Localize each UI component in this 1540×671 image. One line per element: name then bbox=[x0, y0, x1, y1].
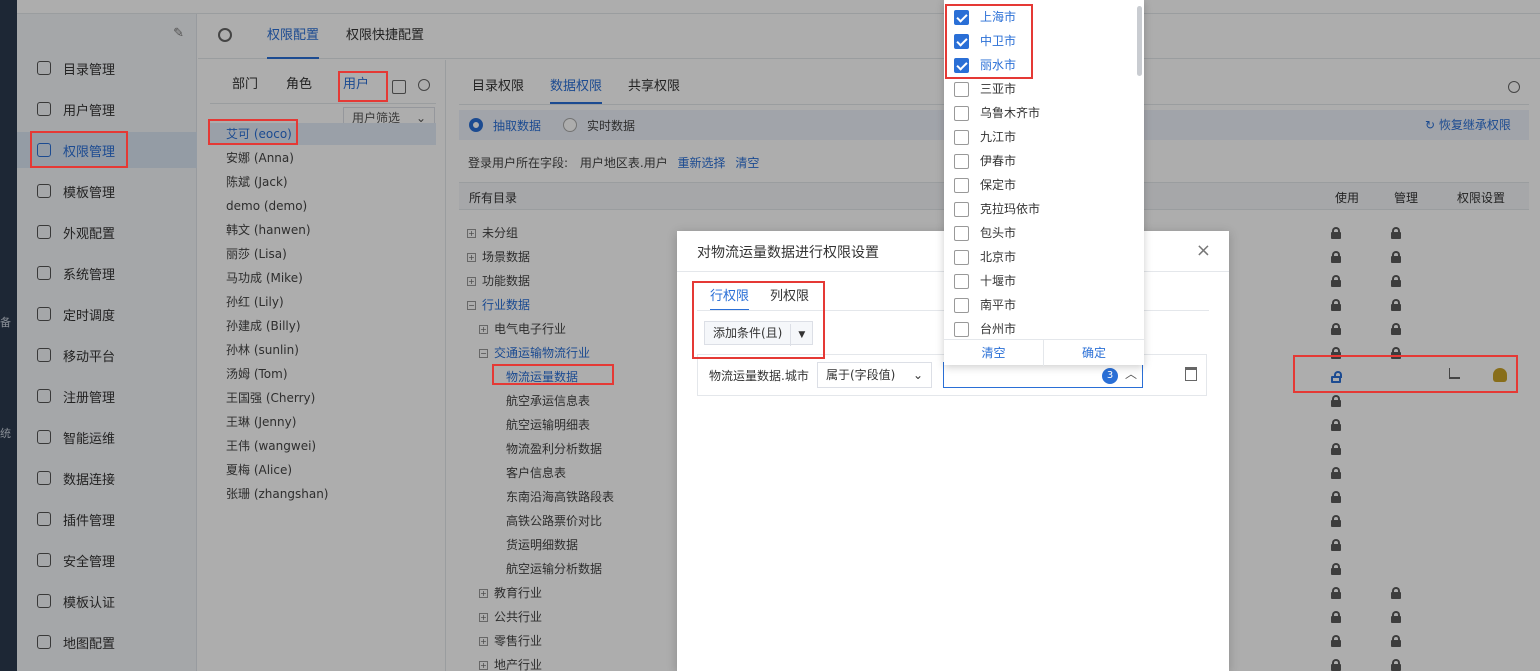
clear-button[interactable]: 清空 bbox=[944, 340, 1044, 366]
city-option-label: 伊春市 bbox=[980, 154, 1017, 168]
checkbox[interactable] bbox=[954, 177, 969, 193]
condition-operator-select[interactable]: 属于(字段值) ⌄ bbox=[817, 362, 932, 388]
checkbox[interactable] bbox=[954, 321, 969, 337]
city-option[interactable]: 十堰市 bbox=[954, 270, 1016, 292]
dropdown-footer: 清空 确定 bbox=[944, 339, 1144, 366]
city-option[interactable]: 乌鲁木齐市 bbox=[954, 102, 1040, 124]
trash-icon[interactable] bbox=[1185, 367, 1197, 381]
checkbox[interactable] bbox=[954, 129, 969, 145]
city-option[interactable]: 克拉玛依市 bbox=[954, 198, 1040, 220]
highlight-box bbox=[692, 281, 825, 359]
city-option-label: 乌鲁木齐市 bbox=[980, 106, 1041, 120]
checkbox[interactable] bbox=[954, 105, 969, 121]
city-option-label: 克拉玛依市 bbox=[980, 202, 1041, 216]
city-option-label: 包头市 bbox=[980, 226, 1017, 240]
checkbox[interactable] bbox=[954, 273, 969, 289]
city-option-label: 台州市 bbox=[980, 322, 1017, 336]
selected-count-badge: 3 bbox=[1102, 368, 1118, 384]
city-option[interactable]: 九江市 bbox=[954, 126, 1016, 148]
city-option[interactable]: 南平市 bbox=[954, 294, 1016, 316]
city-option-label: 十堰市 bbox=[980, 274, 1017, 288]
city-option[interactable]: 三亚市 bbox=[954, 78, 1016, 100]
close-icon[interactable]: × bbox=[1196, 240, 1211, 261]
highlight-box bbox=[945, 4, 1033, 79]
dropdown-scrollbar[interactable] bbox=[1137, 6, 1142, 76]
city-option[interactable]: 台州市 bbox=[954, 318, 1016, 340]
city-option[interactable]: 伊春市 bbox=[954, 150, 1016, 172]
condition-field: 物流运量数据.城市 bbox=[709, 369, 809, 383]
highlight-box bbox=[208, 119, 298, 145]
city-option[interactable]: 北京市 bbox=[954, 246, 1016, 268]
chevron-up-icon: ︿ bbox=[1124, 367, 1137, 381]
confirm-button[interactable]: 确定 bbox=[1044, 340, 1144, 366]
operator-label: 属于(字段值) bbox=[826, 368, 896, 382]
city-option-label: 北京市 bbox=[980, 250, 1017, 264]
city-option-label: 南平市 bbox=[980, 298, 1017, 312]
city-option-label: 九江市 bbox=[980, 130, 1017, 144]
city-option-label: 保定市 bbox=[980, 178, 1017, 192]
highlight-box bbox=[338, 71, 388, 102]
checkbox[interactable] bbox=[954, 201, 969, 217]
city-option[interactable]: 包头市 bbox=[954, 222, 1016, 244]
city-option[interactable]: 保定市 bbox=[954, 174, 1016, 196]
checkbox[interactable] bbox=[954, 249, 969, 265]
modal-title: 对物流运量数据进行权限设置 bbox=[697, 245, 879, 261]
highlight-box bbox=[30, 131, 128, 168]
chevron-down-icon: ⌄ bbox=[912, 368, 923, 382]
highlight-box bbox=[492, 364, 614, 385]
checkbox[interactable] bbox=[954, 153, 969, 169]
city-option-label: 三亚市 bbox=[980, 82, 1017, 96]
checkbox[interactable] bbox=[954, 297, 969, 313]
highlight-box bbox=[1293, 355, 1518, 393]
checkbox[interactable] bbox=[954, 225, 969, 241]
checkbox[interactable] bbox=[954, 81, 969, 97]
